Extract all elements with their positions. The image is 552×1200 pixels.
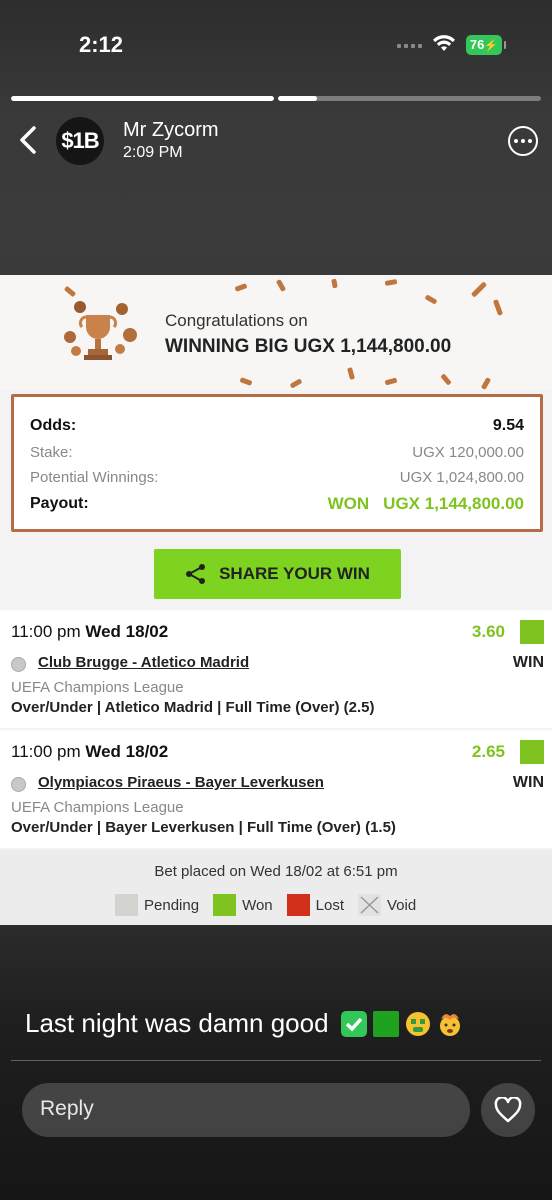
congrats-text: Congratulations on [165, 311, 308, 330]
more-options-icon[interactable] [508, 126, 538, 156]
status-legend: Pending Won Lost Void [115, 894, 430, 916]
clock: 2:12 [79, 32, 124, 57]
market-details: Over/Under | Bayer Leverkusen | Full Tim… [11, 819, 396, 836]
bet-slip: Congratulations on WINNING BIG UGX 1,144… [0, 275, 552, 925]
trophy-icon [64, 301, 137, 360]
share-your-win-button[interactable]: SHARE YOUR WIN [154, 549, 401, 599]
market-details: Over/Under | Atletico Madrid | Full Time… [11, 699, 375, 716]
league-name: UEFA Champions League [11, 799, 184, 816]
odds-label: Odds: [30, 417, 77, 434]
match-link[interactable]: Club Brugge - Atletico Madrid [38, 654, 249, 671]
green-square-emoji-icon [372, 1010, 399, 1037]
legend-label: Won [242, 896, 273, 914]
void-x-icon [358, 894, 381, 916]
legend-label: Pending [144, 896, 200, 914]
story-progress [11, 96, 541, 101]
potential-winnings-label: Potential Winnings: [30, 469, 159, 486]
avatar-text: $1B [61, 128, 99, 153]
battery-icon: 76⚡ [466, 35, 506, 55]
match-link[interactable]: Olympiacos Piraeus - Bayer Leverkusen [38, 774, 324, 791]
post-time: 2:09 PM [123, 144, 183, 161]
payout-label: Payout: [30, 495, 89, 512]
odds-value: 9.54 [492, 417, 524, 434]
user-name[interactable]: Mr Zycorm [123, 119, 219, 142]
exploding-head-emoji-icon [439, 1013, 460, 1036]
bet-item[interactable]: 11:00 pm Wed 18/02 3.60 Club Brugge - At… [0, 610, 552, 728]
bet-result: WIN [512, 774, 544, 791]
bet-summary: Odds: 9.54 Stake: UGX 120,000.00 Potenti… [11, 394, 543, 532]
stake-label: Stake: [30, 444, 73, 461]
avatar[interactable]: $1B [56, 117, 104, 165]
legend-label: Void [387, 896, 417, 914]
caption-divider [11, 1060, 541, 1061]
soccer-ball-icon [11, 777, 26, 792]
league-name: UEFA Champions League [11, 679, 184, 696]
reply-input[interactable]: Reply [22, 1083, 470, 1137]
bet-odds: 2.65 [471, 742, 505, 761]
share-label: SHARE YOUR WIN [219, 564, 370, 583]
soccer-ball-icon [11, 657, 26, 672]
story-caption: Last night was damn good [25, 1008, 463, 1039]
potential-winnings-value: UGX 1,024,800.00 [399, 469, 524, 486]
bet-date: Wed 18/02 [85, 742, 169, 761]
bet-item[interactable]: 11:00 pm Wed 18/02 2.65 Olympiacos Pirae… [0, 730, 552, 848]
legend-label: Lost [315, 896, 344, 914]
status-bar: 2:12 76⚡ [0, 0, 552, 90]
share-icon [186, 564, 206, 584]
bet-time: 11:00 pm [11, 622, 81, 641]
progress-segment [278, 96, 541, 101]
congrats-banner: Congratulations on WINNING BIG UGX 1,144… [0, 275, 552, 390]
money-mouth-face-emoji-icon [405, 1011, 430, 1036]
back-chevron-icon[interactable] [14, 124, 42, 156]
bet-result: WIN [512, 654, 544, 671]
progress-segment [11, 96, 274, 101]
won-status-square [520, 620, 544, 644]
won-status-square [520, 740, 544, 764]
legend-pending: Pending [115, 894, 199, 916]
bet-time: 11:00 pm [11, 742, 81, 761]
bet-placed-text: Bet placed on Wed 18/02 at 6:51 pm [154, 863, 398, 880]
cellular-signal-icon [397, 44, 422, 48]
heart-icon [494, 1097, 522, 1123]
legend-won: Won [213, 894, 273, 916]
check-mark-emoji-icon [340, 1010, 367, 1037]
payout-value: UGX 1,144,800.00 [383, 494, 524, 513]
bet-date: Wed 18/02 [85, 622, 169, 641]
bet-odds: 3.60 [471, 622, 505, 641]
legend-lost: Lost [286, 894, 344, 916]
payout-status: WON [327, 494, 370, 513]
legend-void: Void [358, 894, 416, 916]
caption-text: Last night was damn good [25, 1008, 329, 1038]
battery-level: 76 [469, 37, 485, 52]
like-button[interactable] [481, 1083, 535, 1137]
reply-placeholder: Reply [40, 1097, 94, 1120]
winning-amount: WINNING BIG UGX 1,144,800.00 [165, 336, 452, 357]
wifi-icon [433, 35, 455, 51]
slip-footer: Bet placed on Wed 18/02 at 6:51 pm Pendi… [0, 850, 552, 925]
stake-value: UGX 120,000.00 [412, 444, 524, 461]
